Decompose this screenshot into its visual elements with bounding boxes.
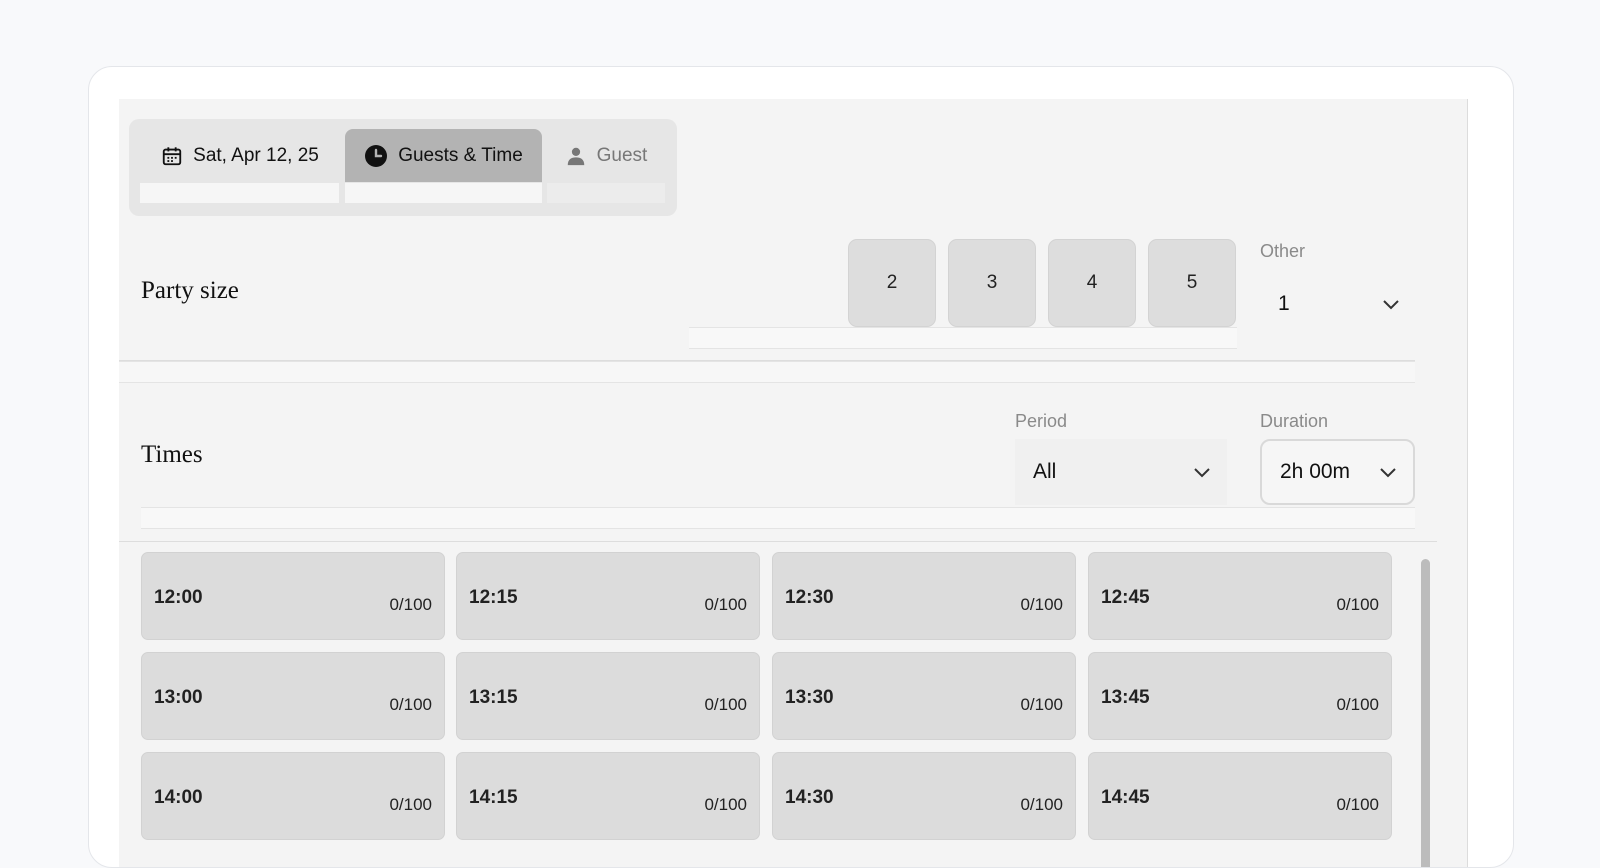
clock-icon <box>364 144 388 168</box>
time-slot-capacity: 0/100 <box>389 595 432 614</box>
tab-date-underline <box>140 183 339 203</box>
chevron-down-icon <box>1193 460 1211 484</box>
time-slot-time: 12:45 <box>1101 587 1150 608</box>
other-label: Other <box>1260 241 1306 261</box>
time-slot-capacity: 0/100 <box>389 795 432 814</box>
time-slot-time: 13:00 <box>154 687 203 708</box>
tab-guests-time-underline <box>345 183 542 203</box>
time-slots-scrollbar-thumb[interactable] <box>1421 559 1430 867</box>
time-slot[interactable]: 12:45 0/100 <box>1088 552 1392 640</box>
time-slot-capacity: 0/100 <box>1020 795 1063 814</box>
step-tabs: Sat, Apr 12, 25 Guests & Time Guest <box>129 119 677 216</box>
party-size-title: Party size <box>141 277 239 304</box>
time-slot[interactable]: 13:30 0/100 <box>772 652 1076 740</box>
tab-guest[interactable]: Guest <box>547 129 665 182</box>
time-slot-capacity: 0/100 <box>1020 695 1063 714</box>
times-divider <box>119 541 1437 542</box>
time-slot[interactable]: 13:45 0/100 <box>1088 652 1392 740</box>
time-slot[interactable]: 13:00 0/100 <box>141 652 445 740</box>
chevron-down-icon <box>1379 460 1397 484</box>
period-value: All <box>1033 460 1057 483</box>
time-slot-time: 12:15 <box>469 587 518 608</box>
time-slot-capacity: 0/100 <box>1336 695 1379 714</box>
time-slot[interactable]: 14:15 0/100 <box>456 752 760 840</box>
chevron-down-icon <box>1382 292 1400 316</box>
section-separator-bar <box>119 361 1415 383</box>
party-size-5-button[interactable]: 5 <box>1148 239 1236 327</box>
party-size-underbar <box>689 327 1237 349</box>
duration-label: Duration <box>1260 411 1329 431</box>
period-select[interactable]: All <box>1015 439 1227 505</box>
tab-date[interactable]: Sat, Apr 12, 25 <box>140 129 340 182</box>
party-size-3-button[interactable]: 3 <box>948 239 1036 327</box>
duration-select[interactable]: 2h 00m <box>1260 439 1415 505</box>
calendar-icon <box>161 145 183 167</box>
person-icon <box>565 145 587 167</box>
time-slot[interactable]: 12:00 0/100 <box>141 552 445 640</box>
time-slot-time: 12:30 <box>785 587 834 608</box>
booking-panel: Sat, Apr 12, 25 Guests & Time Guest Part… <box>119 99 1468 867</box>
party-size-2-button[interactable]: 2 <box>848 239 936 327</box>
time-slot-capacity: 0/100 <box>704 795 747 814</box>
tab-date-label: Sat, Apr 12, 25 <box>193 144 319 166</box>
time-slot[interactable]: 14:00 0/100 <box>141 752 445 840</box>
time-slot[interactable]: 13:15 0/100 <box>456 652 760 740</box>
time-slot[interactable]: 12:15 0/100 <box>456 552 760 640</box>
other-party-size-select[interactable]: 1 <box>1260 273 1416 335</box>
period-label: Period <box>1015 411 1068 431</box>
tab-guests-time-label: Guests & Time <box>398 144 523 166</box>
time-slot[interactable]: 12:30 0/100 <box>772 552 1076 640</box>
time-slot[interactable]: 14:30 0/100 <box>772 752 1076 840</box>
tab-guest-underline <box>547 183 665 203</box>
time-slot-capacity: 0/100 <box>704 595 747 614</box>
duration-value: 2h 00m <box>1280 460 1351 483</box>
time-slot-time: 13:30 <box>785 687 834 708</box>
time-slot[interactable]: 14:45 0/100 <box>1088 752 1392 840</box>
time-slot-capacity: 0/100 <box>389 695 432 714</box>
party-size-4-button[interactable]: 4 <box>1048 239 1136 327</box>
other-party-size-value: 1 <box>1278 292 1290 315</box>
time-slot-time: 12:00 <box>154 587 203 608</box>
tab-guests-time[interactable]: Guests & Time <box>345 129 542 182</box>
booking-card: Sat, Apr 12, 25 Guests & Time Guest Part… <box>88 66 1514 868</box>
times-underbar <box>141 507 1415 529</box>
tab-guest-label: Guest <box>596 144 648 166</box>
time-slot-time: 13:15 <box>469 687 518 708</box>
time-slot-capacity: 0/100 <box>1020 595 1063 614</box>
time-slot-capacity: 0/100 <box>1336 595 1379 614</box>
time-slot-capacity: 0/100 <box>704 695 747 714</box>
time-slot-time: 13:45 <box>1101 687 1150 708</box>
time-slot-capacity: 0/100 <box>1336 795 1379 814</box>
times-title: Times <box>141 441 203 468</box>
